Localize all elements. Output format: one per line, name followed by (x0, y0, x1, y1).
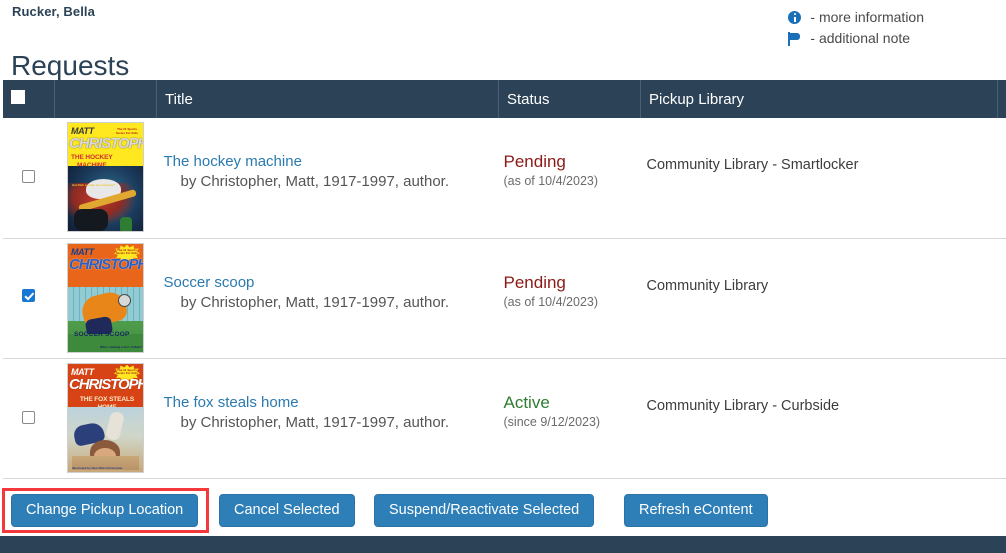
legend-label-additional-note: - additional note (810, 30, 911, 46)
legend-item-additional-note: - additional note (788, 28, 924, 49)
column-header-title[interactable]: Title (156, 80, 499, 118)
patron-name: Rucker, Bella (12, 4, 95, 19)
info-circle-icon (788, 11, 808, 24)
cover-blurb: Who's making a fool of Mike? (100, 344, 143, 349)
row-title-cell: Soccer scoop by Christopher, Matt, 1917-… (156, 238, 499, 359)
row-cover-cell: The #1 Sports Series For Kids MATT CHRIS… (54, 358, 157, 479)
status-date: (as of 10/4/2023) (503, 174, 599, 188)
column-header-select-all (3, 80, 55, 118)
cover-bottom-title: SOCCER SCOOP (74, 330, 130, 338)
status-date: (as of 10/4/2023) (503, 294, 599, 309)
status-badge: Pending (503, 152, 566, 171)
legend: - more information - additional note (788, 7, 924, 49)
row-title-cell: The hockey machine by Christopher, Matt,… (156, 118, 499, 239)
book-cover-image[interactable]: The #1 Sports Series For Kids MATT CHRIS… (67, 242, 144, 353)
row-title-cell: The fox steals home by Christopher, Matt… (156, 358, 499, 479)
column-header-cover (54, 80, 157, 118)
page-title: Requests (11, 49, 130, 81)
table-head: Title Status Pickup Library Format (3, 80, 1006, 118)
column-header-format[interactable]: Format (997, 80, 1006, 118)
row-checkbox[interactable] (22, 288, 36, 302)
book-title-link[interactable]: Soccer scoop (164, 273, 499, 292)
row-status-cell: Pending (as of 10/4/2023) (498, 118, 641, 239)
legend-item-more-information: - more information (788, 7, 924, 28)
row-cover-cell: The #1 Sports Series For Kids MATT CHRIS… (54, 118, 157, 239)
row-format-cell (997, 358, 1006, 479)
book-author: by Christopher, Matt, 1917-1997, author. (180, 413, 450, 431)
row-pickup-cell: Community Library (640, 238, 998, 359)
status-date: (since 9/12/2023) (503, 414, 601, 429)
column-header-pickup-library[interactable]: Pickup Library (640, 80, 998, 118)
column-header-status[interactable]: Status (498, 80, 641, 118)
book-cover-image[interactable]: The #1 Sports Series For Kids MATT CHRIS… (67, 122, 144, 232)
row-select-cell (3, 118, 55, 239)
row-status-cell: Active (since 9/12/2023) (498, 358, 641, 479)
cover-blurb: Hat Rick escape he company? (72, 183, 116, 187)
table-row: The #1 Sports Series For Kids MATT CHRIS… (3, 118, 1006, 239)
page-header: Rucker, Bella Requests - more informatio… (0, 0, 1006, 81)
footer-bar (0, 536, 1006, 553)
row-pickup-cell: Community Library - Smartlocker (640, 118, 998, 239)
table-body: The #1 Sports Series For Kids MATT CHRIS… (3, 118, 1006, 479)
select-all-checkbox[interactable] (11, 90, 25, 104)
cancel-selected-button[interactable]: Cancel Selected (219, 494, 355, 527)
row-pickup-cell: Community Library - Curbside (640, 358, 998, 479)
requests-table-wrapper: Title Status Pickup Library Format (3, 80, 1006, 479)
cover-blurb: Illustrated by New Matt Christopher (72, 465, 123, 470)
table-row: The #1 Sports Series For Kids MATT CHRIS… (3, 238, 1006, 359)
status-badge: Pending (503, 272, 566, 292)
book-title-link[interactable]: The fox steals home (164, 393, 499, 412)
suspend-reactivate-selected-button[interactable]: Suspend/Reactivate Selected (374, 494, 595, 527)
row-select-cell (3, 238, 55, 359)
book-author: by Christopher, Matt, 1917-1997, author. (180, 173, 450, 190)
book-title-link[interactable]: The hockey machine (164, 152, 499, 171)
row-checkbox[interactable] (22, 410, 36, 424)
cover-series-line2: CHRISTOPHER (69, 135, 143, 152)
row-cover-cell: The #1 Sports Series For Kids MATT CHRIS… (54, 238, 157, 359)
status-badge: Active (503, 392, 550, 412)
action-button-bar: Change Pickup Location Cancel Selected S… (0, 494, 1006, 534)
cover-series-line2: CHRISTOPHER (69, 255, 143, 273)
row-checkbox[interactable] (22, 170, 36, 184)
flag-icon (788, 31, 808, 46)
requests-table: Title Status Pickup Library Format (3, 80, 1006, 479)
pickup-library-value: Community Library (646, 277, 769, 294)
table-row: The #1 Sports Series For Kids MATT CHRIS… (3, 358, 1006, 479)
refresh-econtent-button[interactable]: Refresh eContent (624, 494, 768, 527)
change-pickup-location-button[interactable]: Change Pickup Location (11, 494, 199, 527)
row-format-cell (997, 118, 1006, 239)
book-author: by Christopher, Matt, 1917-1997, author. (180, 293, 450, 311)
pickup-library-value: Community Library - Curbside (646, 397, 840, 414)
row-select-cell (3, 358, 55, 479)
row-format-cell (997, 238, 1006, 359)
legend-label-more-information: - more information (810, 9, 924, 25)
pickup-library-value: Community Library - Smartlocker (646, 157, 859, 173)
cover-series-line2: CHRISTOPHER (69, 375, 143, 393)
table-header-row: Title Status Pickup Library Format (3, 80, 1006, 118)
book-cover-image[interactable]: The #1 Sports Series For Kids MATT CHRIS… (67, 362, 144, 473)
row-status-cell: Pending (as of 10/4/2023) (498, 238, 641, 359)
